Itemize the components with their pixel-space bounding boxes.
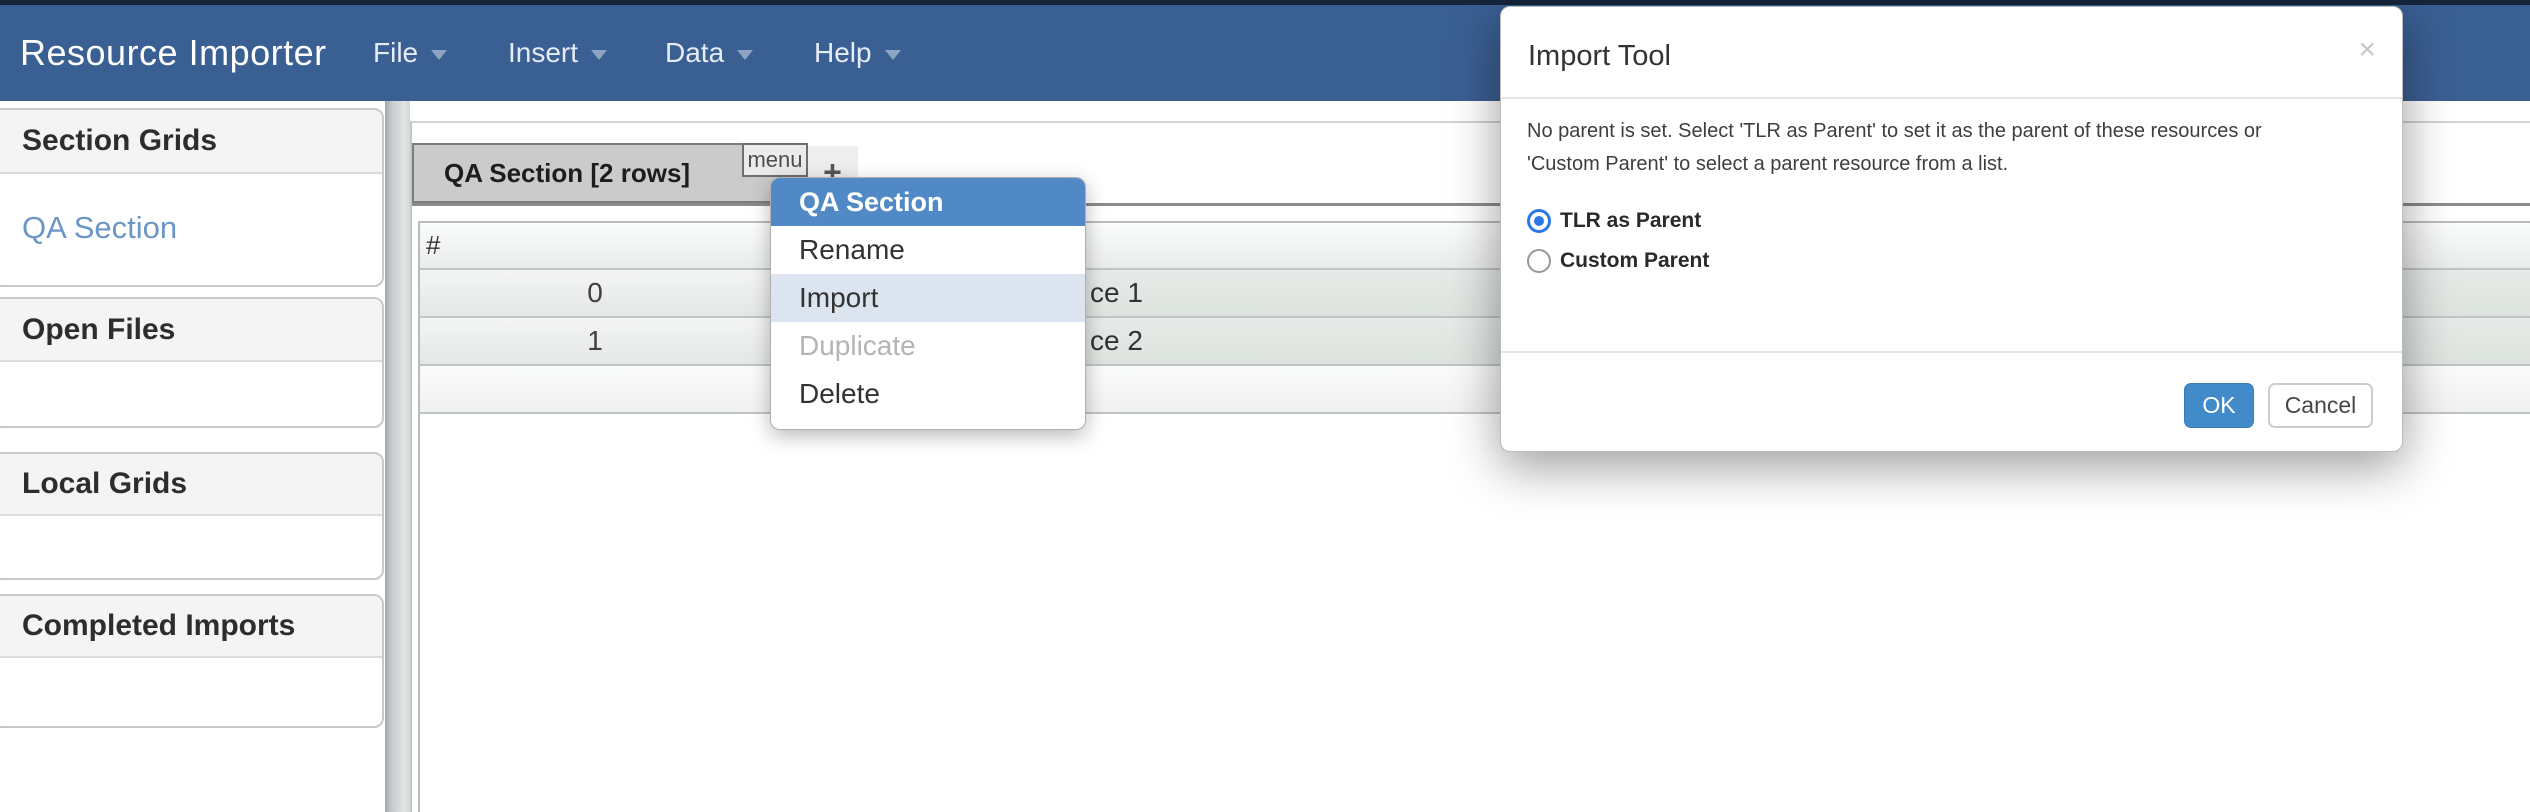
sidebar-panel-open-files: Open Files (0, 297, 384, 428)
tab-qa-section-label: QA Section [2 rows] (444, 158, 690, 189)
grid-context-menu: QA Section Rename Import Duplicate Delet… (770, 177, 1086, 430)
import-tool-dialog: Import Tool × No parent is set. Select '… (1500, 6, 2403, 452)
radio-tlr-as-parent[interactable]: TLR as Parent (1527, 208, 1701, 234)
radio-tlr-label: TLR as Parent (1560, 209, 1701, 233)
menu-insert-label: Insert (508, 37, 578, 69)
sidebar-item-qa-section[interactable]: QA Section (0, 210, 382, 246)
grid-menu-button[interactable]: menu (742, 143, 808, 177)
ok-button[interactable]: OK (2184, 383, 2254, 428)
context-menu-item-delete[interactable]: Delete (771, 370, 1085, 418)
chevron-down-icon (591, 50, 607, 60)
sidebar-header-label: Section Grids (22, 124, 217, 158)
chevron-down-icon (737, 50, 753, 60)
context-menu-item-duplicate: Duplicate (771, 322, 1085, 370)
context-menu-item-import[interactable]: Import (771, 274, 1085, 322)
context-menu-title: QA Section (771, 178, 1085, 226)
dialog-title: Import Tool (1528, 40, 1671, 73)
radio-custom-label: Custom Parent (1560, 249, 1709, 273)
context-menu-title-label: QA Section (799, 187, 944, 218)
radio-custom-parent[interactable]: Custom Parent (1527, 248, 1709, 274)
grid-cell-index: 1 (420, 318, 770, 364)
radio-unselected-icon[interactable] (1527, 249, 1551, 273)
chevron-down-icon (885, 50, 901, 60)
dialog-body-line1: No parent is set. Select 'TLR as Parent'… (1527, 115, 2372, 148)
sidebar-panel-completed-imports: Completed Imports (0, 594, 384, 728)
sidebar-header-section-grids[interactable]: Section Grids (0, 110, 382, 174)
sidebar-header-local-grids[interactable]: Local Grids (0, 454, 382, 516)
chevron-down-icon (431, 50, 447, 60)
dialog-header: Import Tool × (1501, 7, 2402, 99)
sidebar-header-open-files[interactable]: Open Files (0, 299, 382, 362)
menu-help-label: Help (814, 37, 872, 69)
grid-cell-value-text: ce 1 (1090, 277, 1143, 309)
menu-insert[interactable]: Insert (508, 5, 607, 101)
sidebar-panel-local-grids: Local Grids (0, 452, 384, 580)
sidebar-header-label: Local Grids (22, 467, 187, 501)
sidebar-header-label: Open Files (22, 313, 175, 347)
sidebar-panel-section-grids: Section Grids QA Section (0, 108, 384, 287)
sidebar-scrollbar[interactable] (385, 101, 410, 812)
context-menu-item-rename[interactable]: Rename (771, 226, 1085, 274)
dialog-body-text: No parent is set. Select 'TLR as Parent'… (1527, 115, 2372, 181)
menu-help[interactable]: Help (814, 5, 901, 101)
dialog-footer-divider (1501, 351, 2402, 353)
resource-importer-app: Resource Importer File Insert Data Help … (0, 0, 2530, 812)
close-icon[interactable]: × (2358, 35, 2376, 65)
menu-data[interactable]: Data (665, 5, 753, 101)
menu-data-label: Data (665, 37, 724, 69)
sidebar-header-label: Completed Imports (22, 609, 295, 643)
menu-file[interactable]: File (373, 5, 447, 101)
menu-file-label: File (373, 37, 418, 69)
grid-cell-index: 0 (420, 270, 770, 316)
grid-cell-value-text: ce 2 (1090, 325, 1143, 357)
grid-header-index[interactable]: # (420, 223, 770, 268)
dialog-body-line2: 'Custom Parent' to select a parent resou… (1527, 148, 2372, 181)
sidebar-header-completed-imports[interactable]: Completed Imports (0, 596, 382, 658)
app-title: Resource Importer (20, 5, 327, 101)
cancel-button[interactable]: Cancel (2268, 383, 2373, 428)
radio-selected-icon[interactable] (1527, 209, 1551, 233)
grid-menu-button-label: menu (747, 147, 802, 173)
